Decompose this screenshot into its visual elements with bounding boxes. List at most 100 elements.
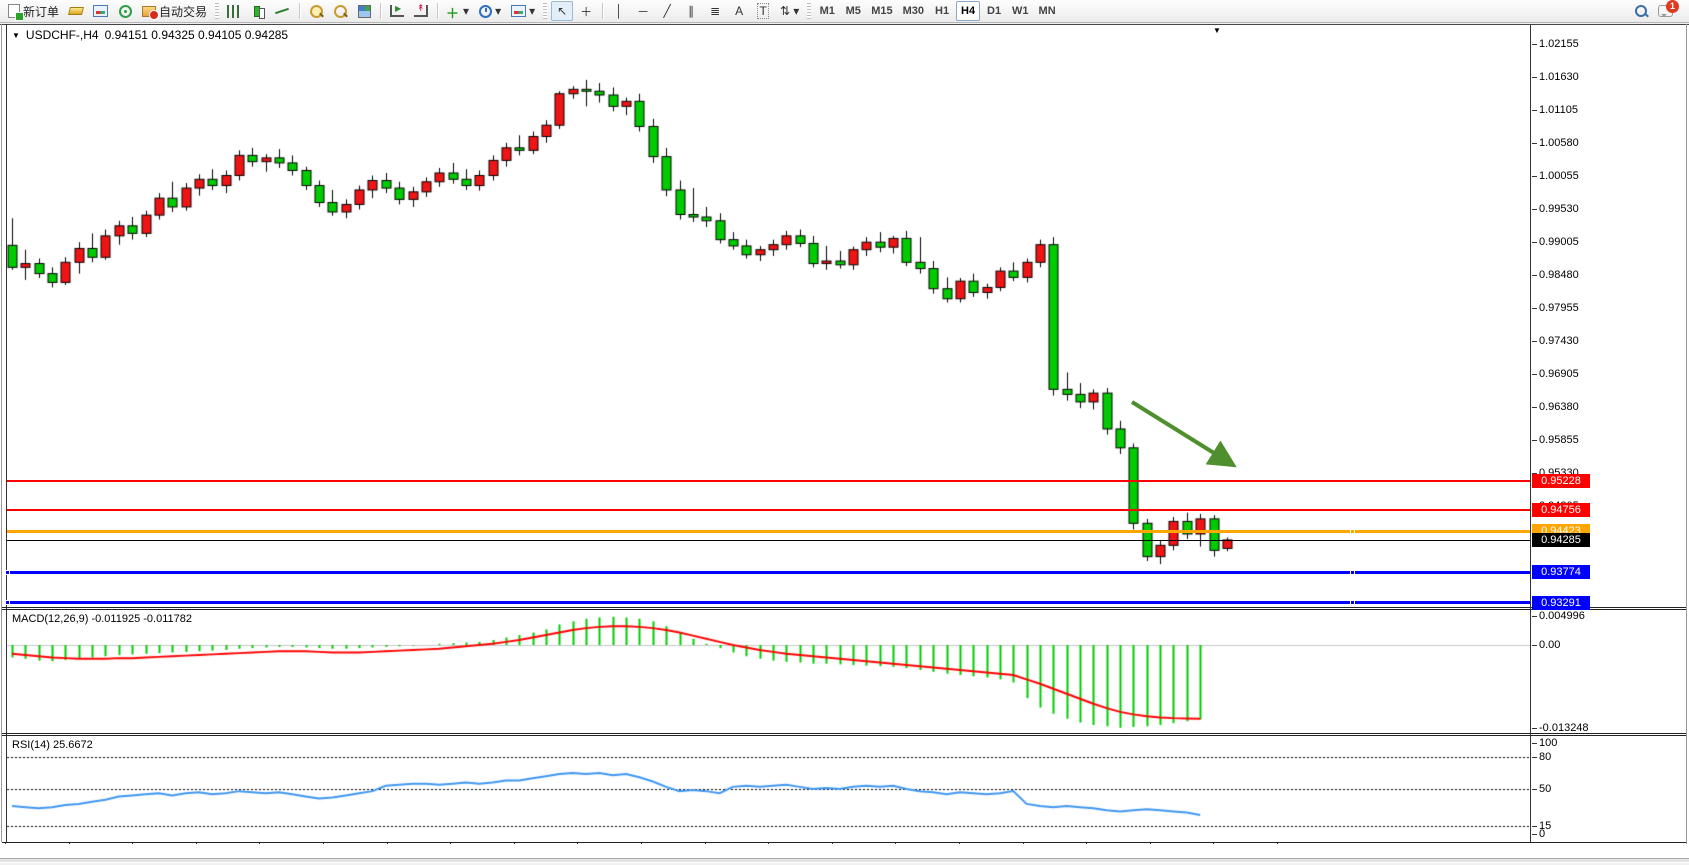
templates-button[interactable]: ▾ [507,1,539,21]
zoom-out-button[interactable] [329,1,351,21]
dropdown-arrow-icon: ▾ [793,4,799,18]
notifications-button[interactable]: 1 [1654,1,1677,21]
timeframe-button-h1[interactable]: H1 [930,1,954,21]
auto-trading-button[interactable]: 自动交易 [138,1,211,21]
new-order-button[interactable]: 新订单 [4,1,63,21]
bar-chart-button[interactable] [223,1,245,21]
auto-trading-icon [142,6,156,17]
line-handle[interactable] [1350,600,1355,605]
text-label-icon: T [757,3,768,19]
rsi-tick-label: 0 [1539,828,1545,840]
new-order-label: 新订单 [23,3,59,20]
chart-shift-icon [414,5,428,17]
horizontal-line-icon: ─ [639,4,648,18]
fibonacci-tool-button[interactable]: ≣ [704,1,726,21]
toolbar-grip [215,3,219,19]
macd-tick-label: 0.00 [1539,639,1560,651]
line-handle[interactable] [5,570,10,575]
add-indicator-icon [447,5,460,18]
timeframe-button-m5[interactable]: M5 [841,1,865,21]
cursor-tool-button[interactable]: ↖ [551,1,573,21]
auto-scroll-button[interactable] [386,1,408,21]
chart-canvas[interactable] [0,25,1530,843]
timeframe-button-m15[interactable]: M15 [867,1,896,21]
price-tick-label: 0.97430 [1539,335,1579,347]
timeframe-button-w1[interactable]: W1 [1008,1,1033,21]
arrows-tool-button[interactable]: ⇅ ▾ [776,1,803,21]
arrows-tool-icon: ⇅ [780,4,790,18]
new-order-icon [8,4,20,18]
line-handle[interactable] [1350,570,1355,575]
horizontal-line-tool-button[interactable]: ─ [632,1,654,21]
text-label-tool-button[interactable]: T [752,1,774,21]
candlestick-chart-button[interactable] [247,1,269,21]
horizontal-level-line[interactable] [7,601,1530,604]
zoom-out-icon [334,5,347,18]
price-axis-line [1530,25,1531,842]
timeframes-menu-button[interactable]: ▾ [475,1,505,21]
price-level-label: 0.94756 [1532,503,1590,517]
arrow-object[interactable] [1108,392,1238,482]
broadcast-icon [119,5,132,18]
dropdown-arrow-icon: ▾ [495,4,501,18]
window-bottom-strip [0,858,1689,862]
line-handle[interactable] [5,600,10,605]
price-tick-label: 0.95855 [1539,434,1579,446]
gold-button[interactable] [65,1,87,21]
timeframe-button-d1[interactable]: D1 [982,1,1006,21]
text-tool-button[interactable]: A [728,1,750,21]
current-price-line[interactable] [7,540,1530,541]
window-right-border [1686,24,1687,862]
price-level-label: 0.94285 [1532,533,1590,547]
crosshair-tool-button[interactable]: ＋ [575,1,597,21]
vertical-line-icon: │ [615,4,623,18]
horizontal-level-line[interactable] [7,571,1530,574]
chart-menu-arrow-icon[interactable]: ▼ [12,31,20,40]
signals-button[interactable] [114,1,136,21]
toolbar-grip [543,3,547,19]
price-level-label: 0.93774 [1532,565,1590,579]
gold-ingot-icon [68,7,84,15]
pane-separator [2,735,1686,736]
rsi-tick-label: 100 [1539,737,1557,749]
indicators-button[interactable]: ▾ [443,1,473,21]
horizontal-level-line[interactable] [7,530,1530,533]
template-icon [511,5,526,17]
horizontal-level-line[interactable] [7,480,1530,482]
market-watch-button[interactable] [89,1,112,21]
tile-windows-icon [358,5,371,18]
rsi-tick-label: 80 [1539,751,1551,763]
search-button[interactable] [1630,1,1652,21]
line-chart-icon [275,5,290,17]
horizontal-level-line[interactable] [7,509,1530,511]
toolbar-grip [807,3,811,19]
timeframe-button-h4[interactable]: H4 [956,1,980,21]
pane-separator [2,607,1686,608]
timeframe-button-m1[interactable]: M1 [815,1,839,21]
channel-tool-button[interactable]: ∥ [680,1,702,21]
mt4-application: 新订单 自动交易 ▾ ▾ ▾ ↖ [0,0,1689,865]
equidistant-channel-icon: ∥ [688,4,694,18]
cursor-icon: ↖ [557,4,567,18]
chart-shift-button[interactable] [410,1,432,21]
vertical-line-tool-button[interactable]: │ [608,1,630,21]
crosshair-icon: ＋ [580,3,592,20]
price-tick-label: 1.02155 [1539,38,1579,50]
timeframe-button-m30[interactable]: M30 [899,1,928,21]
pane-separator [2,842,1686,843]
price-tick-label: 0.99530 [1539,203,1579,215]
bar-chart-icon [227,5,241,18]
price-tick-label: 0.97955 [1539,302,1579,314]
price-tick-label: 0.96905 [1539,368,1579,380]
trendline-tool-button[interactable]: ╱ [656,1,678,21]
macd-indicator-label: MACD(12,26,9) -0.011925 -0.011782 [12,613,192,625]
tile-windows-button[interactable] [353,1,375,21]
pane-separator [2,609,1686,610]
chart-end-marker-icon: ▼ [1213,26,1221,35]
line-chart-button[interactable] [271,1,294,21]
zoom-in-button[interactable] [305,1,327,21]
rsi-tick-label: 50 [1539,783,1551,795]
notification-badge: 1 [1666,0,1679,13]
line-handle[interactable] [1350,529,1355,534]
timeframe-button-mn[interactable]: MN [1035,1,1060,21]
